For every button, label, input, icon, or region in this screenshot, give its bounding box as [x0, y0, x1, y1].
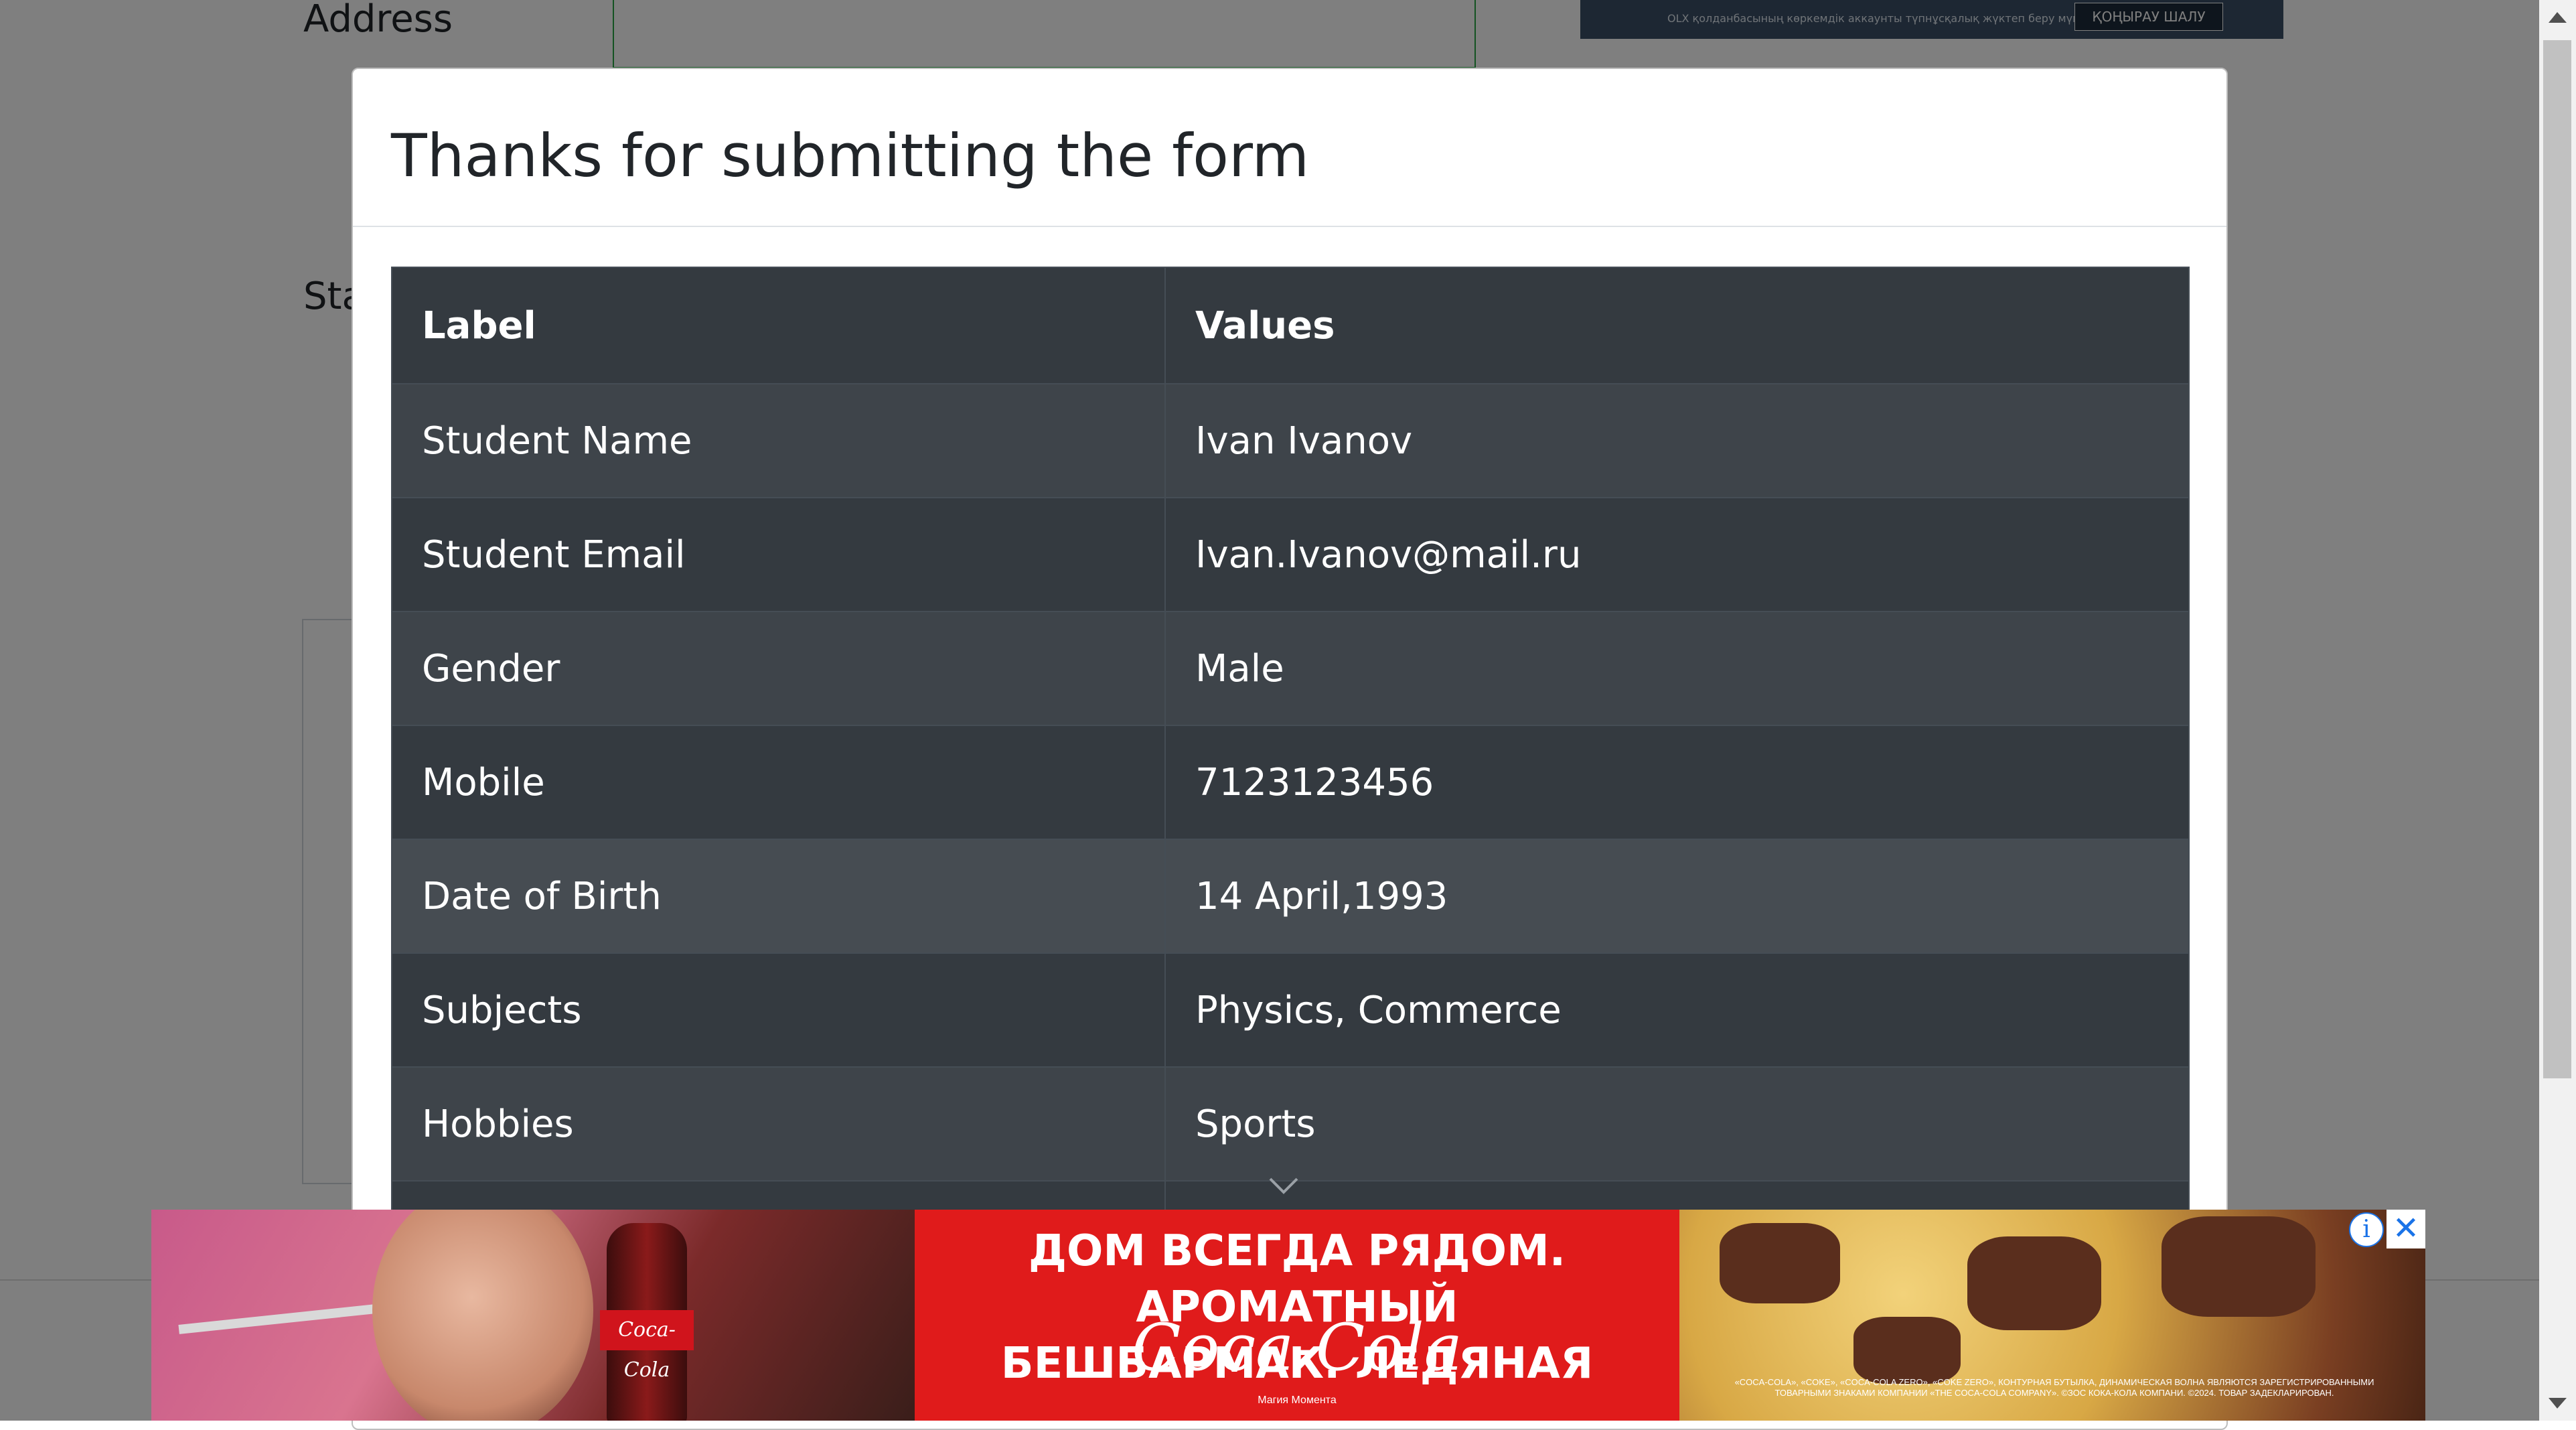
table-row: Student Email Ivan.Ivanov@mail.ru [391, 497, 2190, 612]
table-row: Date of Birth 14 April,1993 [391, 839, 2190, 954]
row-value: Ivan Ivanov [1164, 383, 2190, 498]
table-row: Subjects Physics, Commerce [391, 952, 2190, 1068]
modal-header: Thanks for submitting the form [353, 69, 2226, 227]
header-label: Label [391, 267, 1166, 384]
scroll-up-icon[interactable] [2539, 0, 2576, 33]
info-icon[interactable]: i [2349, 1212, 2384, 1247]
results-table: Label Values Student Name Ivan Ivanov St… [391, 267, 2190, 1295]
ad-meat-piece [2162, 1216, 2316, 1317]
close-icon[interactable]: ✕ [2386, 1210, 2425, 1248]
page-scrollbar[interactable] [2539, 0, 2576, 1421]
ad-center-panel: ДОМ ВСЕГДА РЯДОМ. АРОМАТНЫЙ БЕШБАРМАК. Л… [915, 1210, 1679, 1421]
scroll-down-icon[interactable] [2539, 1387, 2576, 1421]
ad-brand-logo: Coca-Cola [1132, 1310, 1462, 1385]
modal-title: Thanks for submitting the form [391, 121, 1310, 190]
table-row: Student Name Ivan Ivanov [391, 383, 2190, 498]
scrollbar-thumb[interactable] [2543, 40, 2571, 1078]
ad-fine-print: «COCA-COLA», «COKE», «COCA-COLA ZERO», «… [1734, 1377, 2374, 1398]
header-values: Values [1164, 267, 2190, 384]
ad-meat-piece [1967, 1236, 2101, 1330]
table-row: Gender Male [391, 611, 2190, 726]
row-label: Subjects [391, 952, 1166, 1068]
table-row: Hobbies Sports [391, 1066, 2190, 1182]
chevron-down-icon[interactable] [1269, 1177, 1298, 1195]
bottom-ad-banner[interactable]: Coca-Cola ДОМ ВСЕГДА РЯДОМ. АРОМАТНЫЙ БЕ… [151, 1210, 2425, 1421]
ad-slogan: Магия Момента [1258, 1395, 1337, 1406]
row-label: Hobbies [391, 1066, 1166, 1182]
row-label: Gender [391, 611, 1166, 726]
row-label: Date of Birth [391, 839, 1166, 954]
row-label: Mobile [391, 725, 1166, 840]
table-row: Mobile 7123123456 [391, 725, 2190, 840]
ad-image-woman: Coca-Cola [151, 1210, 915, 1421]
ad-face [372, 1210, 593, 1421]
row-value: Sports [1164, 1066, 2190, 1182]
ad-meat-piece [1720, 1223, 1840, 1303]
row-label: Student Name [391, 383, 1166, 498]
row-value: Ivan.Ivanov@mail.ru [1164, 497, 2190, 612]
row-value: 7123123456 [1164, 725, 2190, 840]
table-header-row: Label Values [391, 267, 2190, 384]
row-value: Physics, Commerce [1164, 952, 2190, 1068]
row-label: Student Email [391, 497, 1166, 612]
ad-meat-piece [1853, 1317, 1961, 1384]
row-value: 14 April,1993 [1164, 839, 2190, 954]
ad-image-food: «COCA-COLA», «COKE», «COCA-COLA ZERO», «… [1679, 1210, 2425, 1421]
row-value: Male [1164, 611, 2190, 726]
ad-bottle-label: Coca-Cola [600, 1310, 694, 1382]
